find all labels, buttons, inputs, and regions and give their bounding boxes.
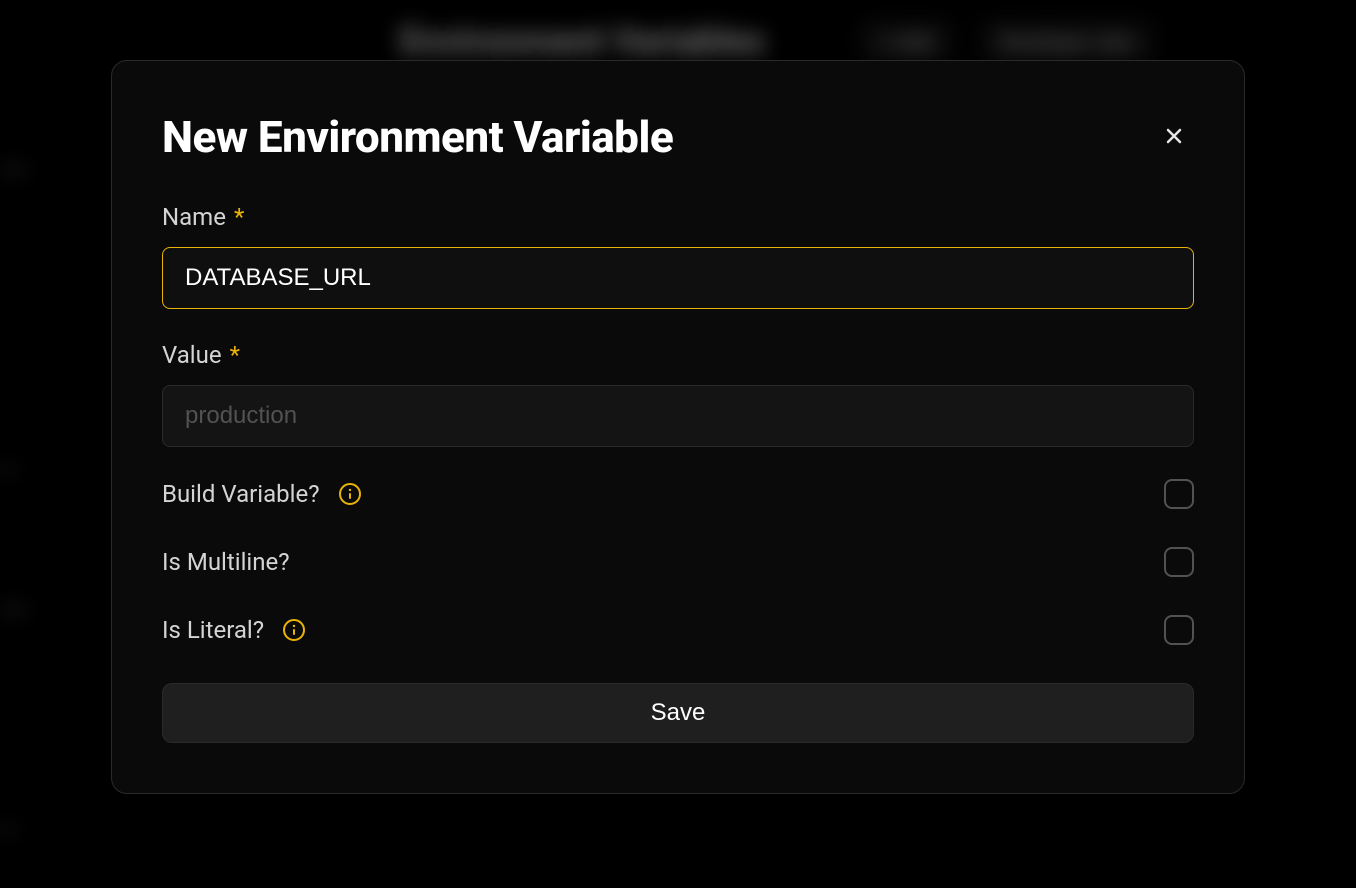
modal-title: New Environment Variable [162, 111, 673, 163]
info-icon[interactable] [338, 482, 362, 506]
build-variable-label-group: Build Variable? [162, 480, 362, 508]
name-input[interactable] [162, 247, 1194, 309]
modal-overlay: New Environment Variable Name * Value * [0, 0, 1356, 888]
required-asterisk: * [234, 203, 244, 231]
is-literal-label-group: Is Literal? [162, 616, 306, 644]
value-label-text: Value [162, 341, 222, 369]
is-multiline-row: Is Multiline? [162, 547, 1194, 577]
is-literal-row: Is Literal? [162, 615, 1194, 645]
save-button[interactable]: Save [162, 683, 1194, 743]
is-literal-checkbox[interactable] [1164, 615, 1194, 645]
build-variable-row: Build Variable? [162, 479, 1194, 509]
name-label: Name * [162, 203, 1194, 231]
build-variable-checkbox[interactable] [1164, 479, 1194, 509]
value-input[interactable] [162, 385, 1194, 447]
close-button[interactable] [1154, 116, 1194, 159]
name-label-text: Name [162, 203, 226, 231]
modal-header: New Environment Variable [162, 111, 1194, 163]
value-label: Value * [162, 341, 1194, 369]
is-multiline-checkbox[interactable] [1164, 547, 1194, 577]
is-multiline-label-group: Is Multiline? [162, 548, 290, 576]
build-variable-label: Build Variable? [162, 480, 320, 508]
info-icon[interactable] [282, 618, 306, 642]
is-literal-label: Is Literal? [162, 616, 264, 644]
value-field-group: Value * [162, 341, 1194, 447]
new-env-variable-modal: New Environment Variable Name * Value * [111, 60, 1245, 794]
close-icon [1162, 124, 1186, 151]
is-multiline-label: Is Multiline? [162, 548, 290, 576]
required-asterisk: * [230, 341, 240, 369]
name-field-group: Name * [162, 203, 1194, 309]
